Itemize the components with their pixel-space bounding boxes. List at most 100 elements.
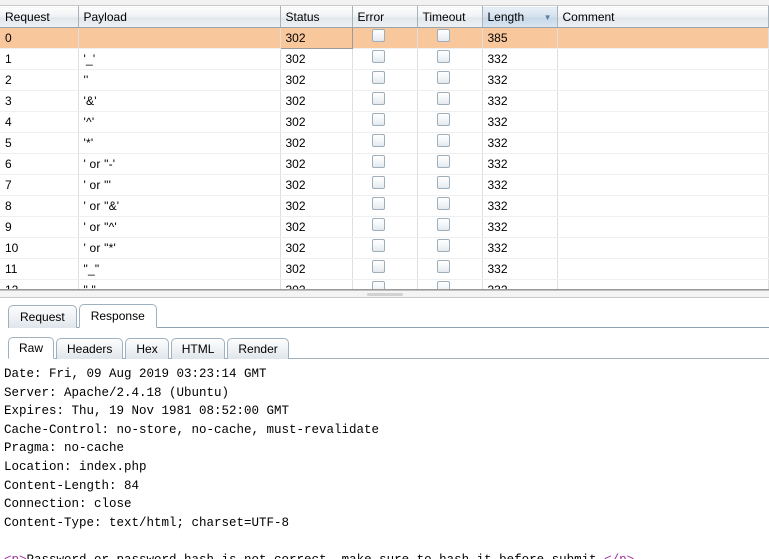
- cell-length: 332: [482, 216, 558, 238]
- column-header-timeout[interactable]: Timeout: [417, 6, 483, 28]
- table-row[interactable]: 4 '^' 302 332: [0, 111, 769, 133]
- table-row[interactable]: 6 ' or "-' 302 332: [0, 153, 769, 175]
- error-checkbox[interactable]: [371, 176, 385, 189]
- table-row[interactable]: 9 ' or "^' 302 332: [0, 216, 769, 238]
- cell-request: 5: [0, 132, 79, 154]
- table-row[interactable]: 1 '_' 302 332: [0, 48, 769, 70]
- table-row[interactable]: 7 ' or "' 302 332: [0, 174, 769, 196]
- table-row[interactable]: 3 '&' 302 332: [0, 90, 769, 112]
- error-checkbox[interactable]: [371, 113, 385, 126]
- cell-status: 302: [280, 174, 353, 196]
- cell-length: 332: [482, 237, 558, 259]
- cell-length: 332: [482, 69, 558, 91]
- response-raw-viewer[interactable]: Date: Fri, 09 Aug 2019 03:23:14 GMT Serve…: [0, 359, 769, 559]
- error-checkbox[interactable]: [371, 155, 385, 168]
- cell-length: 332: [482, 258, 558, 280]
- tab-request[interactable]: Request: [8, 305, 77, 328]
- tab-headers[interactable]: Headers: [56, 338, 124, 359]
- timeout-checkbox[interactable]: [436, 176, 450, 189]
- table-row[interactable]: 5 '*' 302 332: [0, 132, 769, 154]
- cell-length: 332: [482, 279, 558, 289]
- response-header-line: Connection: close: [4, 497, 132, 512]
- cell-status: 302: [280, 279, 353, 289]
- cell-error: [352, 27, 418, 49]
- cell-comment: [557, 153, 769, 175]
- header-body-separator: [4, 532, 763, 551]
- table-row[interactable]: 0 302 385: [0, 27, 769, 49]
- cell-comment: [557, 48, 769, 70]
- cell-comment: [557, 174, 769, 196]
- tab-hex[interactable]: Hex: [125, 338, 169, 359]
- cell-status: 302: [280, 195, 353, 217]
- cell-length: 332: [482, 174, 558, 196]
- error-checkbox[interactable]: [371, 281, 385, 289]
- timeout-checkbox[interactable]: [436, 50, 450, 63]
- error-checkbox[interactable]: [371, 71, 385, 84]
- burp-intruder-results-window: Request Payload Status Error Timeout Length ▼ C…: [0, 0, 769, 559]
- cell-request: 6: [0, 153, 79, 175]
- error-checkbox[interactable]: [371, 134, 385, 147]
- attack-results-pane: Request Payload Status Error Timeout Length ▼ C…: [0, 0, 769, 290]
- timeout-checkbox[interactable]: [436, 218, 450, 231]
- cell-timeout: [417, 153, 483, 175]
- table-row[interactable]: 8 ' or "&' 302 332: [0, 195, 769, 217]
- cell-error: [352, 132, 418, 154]
- cell-request: 8: [0, 195, 79, 217]
- cell-comment: [557, 279, 769, 289]
- cell-timeout: [417, 195, 483, 217]
- column-header-request[interactable]: Request: [0, 6, 79, 28]
- sort-descending-icon[interactable]: ▼: [544, 13, 552, 22]
- timeout-checkbox[interactable]: [436, 155, 450, 168]
- timeout-checkbox[interactable]: [436, 71, 450, 84]
- cell-comment: [557, 258, 769, 280]
- column-header-payload[interactable]: Payload: [78, 6, 281, 28]
- column-header-label: Timeout: [422, 10, 466, 24]
- tab-response[interactable]: Response: [78, 304, 157, 328]
- cell-timeout: [417, 237, 483, 259]
- response-body-line: <p>Password or password hash is not corr…: [4, 551, 763, 559]
- error-checkbox[interactable]: [371, 239, 385, 252]
- cell-request: 1: [0, 48, 79, 70]
- column-header-error[interactable]: Error: [352, 6, 418, 28]
- column-header-status[interactable]: Status: [280, 6, 353, 28]
- cell-status: 302: [280, 48, 353, 70]
- pane-splitter[interactable]: [0, 290, 769, 298]
- cell-request: 2: [0, 69, 79, 91]
- tab-raw[interactable]: Raw: [8, 337, 55, 359]
- timeout-checkbox[interactable]: [436, 134, 450, 147]
- cell-timeout: [417, 111, 483, 133]
- timeout-checkbox[interactable]: [436, 113, 450, 126]
- error-checkbox[interactable]: [371, 29, 385, 42]
- cell-error: [352, 153, 418, 175]
- table-row[interactable]: 10 ' or "*' 302 332: [0, 237, 769, 259]
- timeout-checkbox[interactable]: [436, 197, 450, 210]
- table-row[interactable]: 11 "_" 302 332: [0, 258, 769, 280]
- error-checkbox[interactable]: [371, 50, 385, 63]
- cell-comment: [557, 195, 769, 217]
- error-checkbox[interactable]: [371, 218, 385, 231]
- message-direction-tabs[interactable]: Request Response: [8, 304, 769, 328]
- results-table[interactable]: Request Payload Status Error Timeout Length ▼ C…: [0, 6, 769, 289]
- error-checkbox[interactable]: [371, 92, 385, 105]
- timeout-checkbox[interactable]: [436, 239, 450, 252]
- results-table-body[interactable]: 0 302 385 1 '_' 302 332 2 '' 302 332 3 '&' 302 332 4 '^'…: [0, 27, 769, 289]
- error-checkbox[interactable]: [371, 260, 385, 273]
- timeout-checkbox[interactable]: [436, 281, 450, 289]
- cell-status: 302: [280, 258, 353, 280]
- splitter-grip-icon[interactable]: [366, 293, 403, 296]
- tab-html[interactable]: HTML: [170, 338, 226, 359]
- timeout-checkbox[interactable]: [436, 260, 450, 273]
- table-row[interactable]: 2 '' 302 332: [0, 69, 769, 91]
- tab-render[interactable]: Render: [227, 338, 289, 359]
- timeout-checkbox[interactable]: [436, 29, 450, 42]
- timeout-checkbox[interactable]: [436, 92, 450, 105]
- error-checkbox[interactable]: [371, 197, 385, 210]
- cell-status: 302: [280, 237, 353, 259]
- column-header-comment[interactable]: Comment: [557, 6, 769, 28]
- message-view-tabs[interactable]: Raw Headers Hex HTML Render: [8, 336, 769, 359]
- cell-error: [352, 111, 418, 133]
- cell-status: 302: [280, 216, 353, 238]
- table-row[interactable]: 12 " " 302 332: [0, 279, 769, 289]
- cell-request: 11: [0, 258, 79, 280]
- column-header-length[interactable]: Length ▼: [482, 6, 558, 28]
